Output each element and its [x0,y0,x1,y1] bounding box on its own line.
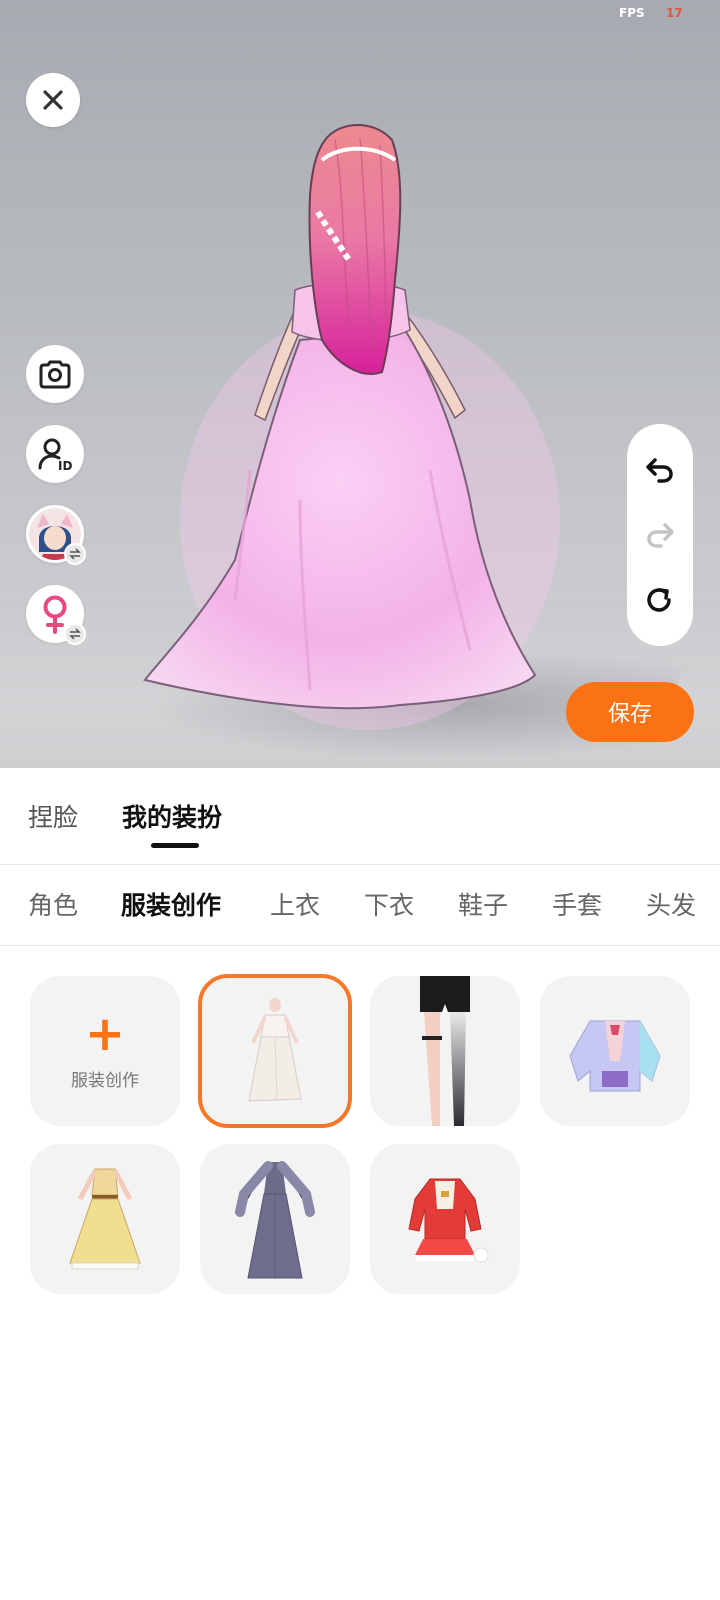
reset-icon [647,587,671,612]
outfit-tile-yellow-gown[interactable] [30,1144,180,1294]
close-button[interactable] [26,73,80,127]
switch-avatar-button[interactable] [26,505,86,565]
pastel-jacket-icon [569,1020,661,1092]
red-coat-icon [408,1178,489,1263]
avatar-scene[interactable]: FPS 17 ID 保存 [0,0,720,768]
redo-button[interactable] [640,515,680,555]
tab-my-outfits[interactable]: 我的装扮 [122,798,222,834]
gray-gown-icon [235,1161,315,1279]
create-outfit-tile[interactable]: + 服装创作 [30,976,180,1126]
tab-outfit-creation[interactable]: 服装创作 [121,886,221,922]
tab-character[interactable]: 角色 [28,886,78,922]
swap-icon [69,548,81,560]
tab-bottoms[interactable]: 下衣 [364,886,414,922]
fps-label: FPS [619,6,645,20]
avatar-id-button[interactable]: ID [26,425,84,483]
reset-button[interactable] [640,580,680,620]
gender-switch-button[interactable] [26,585,86,645]
camera-button[interactable] [26,345,84,403]
category-tab-bar [0,866,720,946]
tab-tops[interactable]: 上衣 [270,886,320,922]
create-outfit-label: 服装创作 [71,1070,139,1091]
fps-value: 17 [666,6,683,20]
outfit-tile-shorts-stocking[interactable] [370,976,520,1126]
plus-icon: + [84,1005,126,1062]
tab-shoes[interactable]: 鞋子 [458,886,508,922]
tab-gloves[interactable]: 手套 [552,886,602,922]
outfit-tile-red-coat[interactable] [370,1144,520,1294]
close-icon [43,90,63,110]
swap-badge [64,543,86,565]
yellow-gown-icon [69,1168,141,1270]
swap-icon [69,628,81,640]
tab-hair[interactable]: 头发 [646,886,696,922]
outfit-tile-gray-gown[interactable] [200,1144,350,1294]
history-panel [627,424,693,646]
avatar-character [143,124,560,730]
shorts-stocking-icon [420,976,470,1126]
camera-icon [39,360,71,389]
swap-badge [64,623,86,645]
active-tab-indicator [151,843,199,848]
undo-icon [646,458,673,484]
save-button[interactable]: 保存 [566,682,694,742]
user-id-icon: ID [38,438,72,472]
outfit-tile-white-dress[interactable] [198,974,352,1128]
white-dress-icon [248,998,302,1102]
main-tab-bar [0,768,720,865]
tab-face-editor[interactable]: 捏脸 [28,798,78,834]
redo-icon [647,523,674,548]
undo-button[interactable] [640,450,680,490]
svg-text:ID: ID [58,459,72,472]
outfit-tile-pastel-jacket[interactable] [540,976,690,1126]
